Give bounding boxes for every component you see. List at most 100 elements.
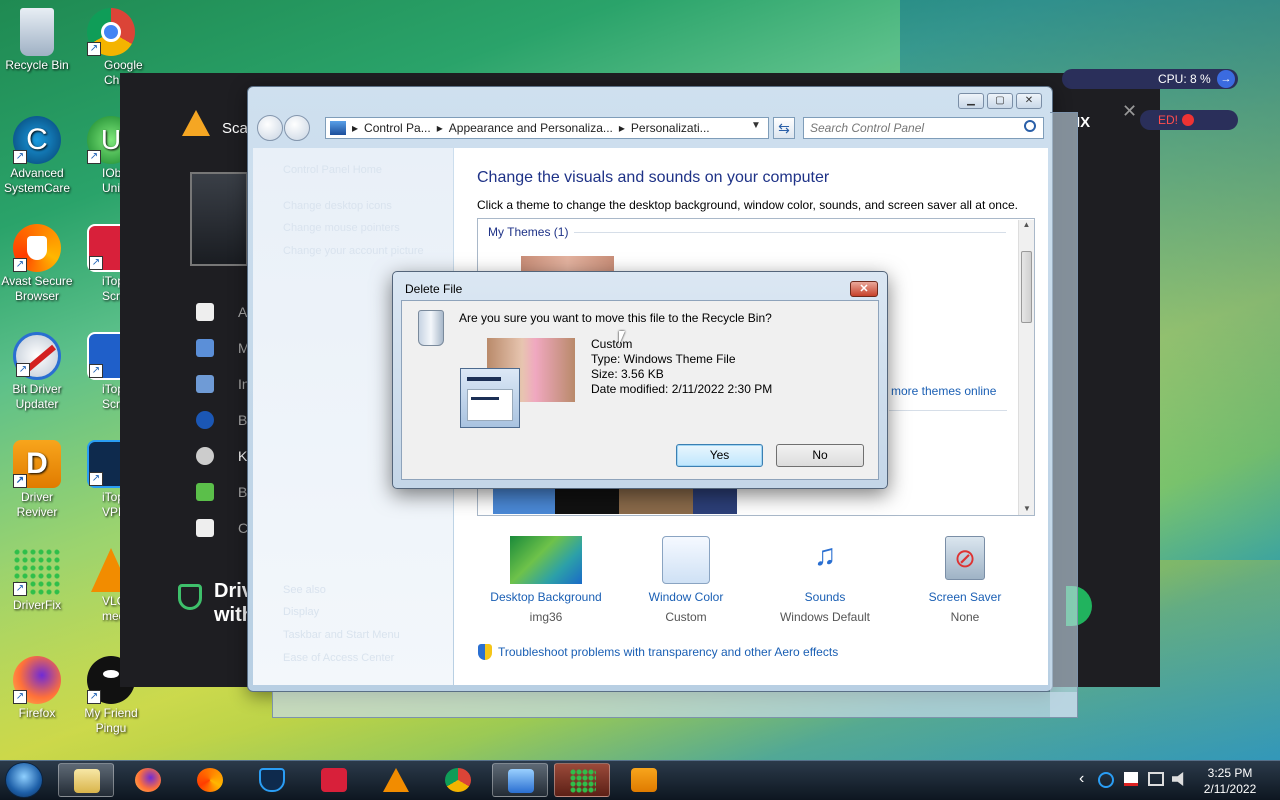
sounds-item[interactable]: ♫ Sounds Windows Default: [760, 536, 890, 624]
more-themes-link[interactable]: more themes online: [891, 384, 996, 398]
link-taskbar-start-menu[interactable]: Taskbar and Start Menu: [283, 629, 400, 641]
start-button[interactable]: [5, 762, 43, 798]
desktop-background-item[interactable]: Desktop Background img36: [481, 536, 611, 624]
chrome-icon: ↗: [87, 8, 135, 56]
refresh-button[interactable]: ⇆: [773, 117, 795, 139]
link-change-mouse-pointers[interactable]: Change mouse pointers: [283, 222, 400, 234]
cp-frame-ghost: [1050, 112, 1078, 718]
minimize-button[interactable]: ▁: [958, 93, 984, 109]
shortcut-arrow-icon: ↗: [87, 42, 101, 56]
clock[interactable]: 3:25 PM 2/11/2022: [1195, 765, 1265, 797]
shortcut-arrow-icon: ↗: [13, 690, 27, 704]
no-button[interactable]: No: [776, 444, 864, 467]
yes-button[interactable]: Yes: [676, 444, 763, 467]
shortcut-arrow-icon: ↗: [89, 472, 103, 486]
dark-app-close-icon[interactable]: ✕: [1122, 101, 1137, 122]
taskbar-firefox[interactable]: [120, 763, 176, 797]
theme-thumbnail[interactable]: [521, 256, 614, 272]
desktop-icon-avast-secure-browser[interactable]: ↗ Avast Secure Browser: [0, 224, 74, 304]
menu-item-label[interactable]: K: [238, 448, 247, 464]
desktop-icon-recycle-bin[interactable]: Recycle Bin: [0, 8, 74, 73]
link-ease-of-access[interactable]: Ease of Access Center: [283, 652, 394, 664]
sounds-icon: ♫: [813, 539, 837, 572]
cpu-arrow-icon[interactable]: →: [1217, 70, 1235, 88]
desktop-icon-bit-driver-updater[interactable]: ↗ Bit Driver Updater: [0, 332, 74, 412]
link-control-panel-home[interactable]: Control Panel Home: [283, 164, 382, 176]
troubleshoot-link[interactable]: Troubleshoot problems with transparency …: [498, 645, 838, 659]
breadcrumb-separator: ▸: [436, 121, 443, 135]
file-name: Custom: [591, 337, 633, 351]
menu-item-label[interactable]: B: [238, 412, 247, 428]
menu-item-icon: [196, 303, 214, 321]
desktop-icon-driverfix[interactable]: ↗ DriverFix: [0, 548, 74, 613]
menu-item-label[interactable]: A: [238, 304, 247, 320]
cpu-label: CPU: 8 %: [1158, 72, 1211, 86]
theme-thumbnails-strip[interactable]: [493, 488, 737, 514]
dialog-close-button[interactable]: ✕: [850, 281, 878, 297]
taskbar-avast-browser[interactable]: [182, 763, 238, 797]
scroll-down-icon[interactable]: ▼: [1019, 504, 1035, 513]
clock-time: 3:25 PM: [1207, 766, 1253, 780]
desktop-icon-driver-reviver[interactable]: D ↗ Driver Reviver: [0, 440, 74, 520]
action-center-flag-icon[interactable]: [1124, 772, 1138, 786]
cpu-pill: [1062, 69, 1238, 89]
shortcut-arrow-icon: ↗: [13, 258, 27, 272]
address-dropdown-icon[interactable]: ▼: [751, 120, 761, 131]
avast-browser-icon: [197, 768, 223, 792]
breadcrumb-separator: ▸: [352, 121, 359, 135]
folder-icon: [74, 769, 100, 793]
search-icon[interactable]: [1024, 120, 1036, 132]
driverfix-icon: ↗: [13, 548, 61, 596]
taskbar-itop-recorder[interactable]: [306, 763, 362, 797]
recorder-icon: [321, 768, 347, 792]
breadcrumb-appearance[interactable]: Appearance and Personaliza...: [449, 121, 613, 135]
network-icon[interactable]: [1148, 772, 1164, 786]
taskbar-explorer[interactable]: [58, 763, 114, 797]
link-change-account-picture[interactable]: Change your account picture: [283, 245, 424, 257]
cp-frame-ghost-bottom: [272, 692, 1078, 718]
taskbar-driver-reviver[interactable]: [616, 763, 672, 797]
address-bar[interactable]: ▸ Control Pa... ▸ Appearance and Persona…: [325, 117, 769, 139]
link-display[interactable]: Display: [283, 606, 319, 618]
scroll-up-icon[interactable]: ▲: [1019, 220, 1034, 229]
dialog-question: Are you sure you want to move this file …: [459, 311, 772, 325]
recycle-bin-icon: [418, 310, 444, 346]
scroll-thumb[interactable]: [1021, 251, 1032, 323]
taskbar-control-panel[interactable]: [492, 763, 548, 797]
taskbar-chrome[interactable]: [430, 763, 486, 797]
link-change-desktop-icons[interactable]: Change desktop icons: [283, 200, 392, 212]
screen-saver-item[interactable]: ⊘ Screen Saver None: [900, 536, 1030, 624]
themes-divider: [889, 410, 1007, 411]
desktop-icon-firefox[interactable]: ↗ Firefox: [0, 656, 74, 721]
desktop-icon-advanced-systemcare[interactable]: C ↗ Advanced SystemCare: [0, 116, 74, 196]
advanced-systemcare-tray-icon[interactable]: [1098, 772, 1114, 788]
file-type: Type: Windows Theme File: [591, 352, 736, 366]
bit-driver-updater-icon: ↗: [13, 332, 61, 380]
page-title: Change the visuals and sounds on your co…: [477, 169, 830, 186]
window-color-item[interactable]: Window Color Custom: [621, 536, 751, 624]
forward-button[interactable]: [284, 115, 310, 141]
recycle-bin-icon: [20, 8, 54, 56]
taskbar-vlc[interactable]: [368, 763, 424, 797]
shortcut-arrow-icon: ↗: [13, 474, 27, 488]
taskbar-driverfix[interactable]: [554, 763, 610, 797]
search-input[interactable]: Search Control Panel: [803, 117, 1044, 139]
back-button[interactable]: [257, 115, 283, 141]
menu-item-icon: [196, 519, 214, 537]
brand-fragment: IX: [1076, 114, 1091, 131]
status-label: ED!: [1158, 113, 1179, 127]
list-scrollbar[interactable]: ▲ ▼: [1018, 220, 1034, 515]
shortcut-arrow-icon: ↗: [87, 150, 101, 164]
mouse-icon: [196, 447, 214, 465]
maximize-button[interactable]: ▢: [987, 93, 1013, 109]
theme-file-icon: [460, 368, 520, 428]
taskbar-itop-vpn[interactable]: [244, 763, 300, 797]
tray-expand-chevron[interactable]: ‹: [1079, 770, 1084, 788]
breadcrumb-personalization[interactable]: Personalizati...: [631, 121, 710, 135]
shortcut-arrow-icon: ↗: [89, 364, 103, 378]
driverfix-icon: [570, 769, 596, 793]
close-button[interactable]: ✕: [1016, 93, 1042, 109]
breadcrumb-control-panel[interactable]: Control Pa...: [364, 121, 431, 135]
status-toggle[interactable]: [1182, 114, 1194, 126]
menu-item-label[interactable]: B: [238, 484, 247, 500]
